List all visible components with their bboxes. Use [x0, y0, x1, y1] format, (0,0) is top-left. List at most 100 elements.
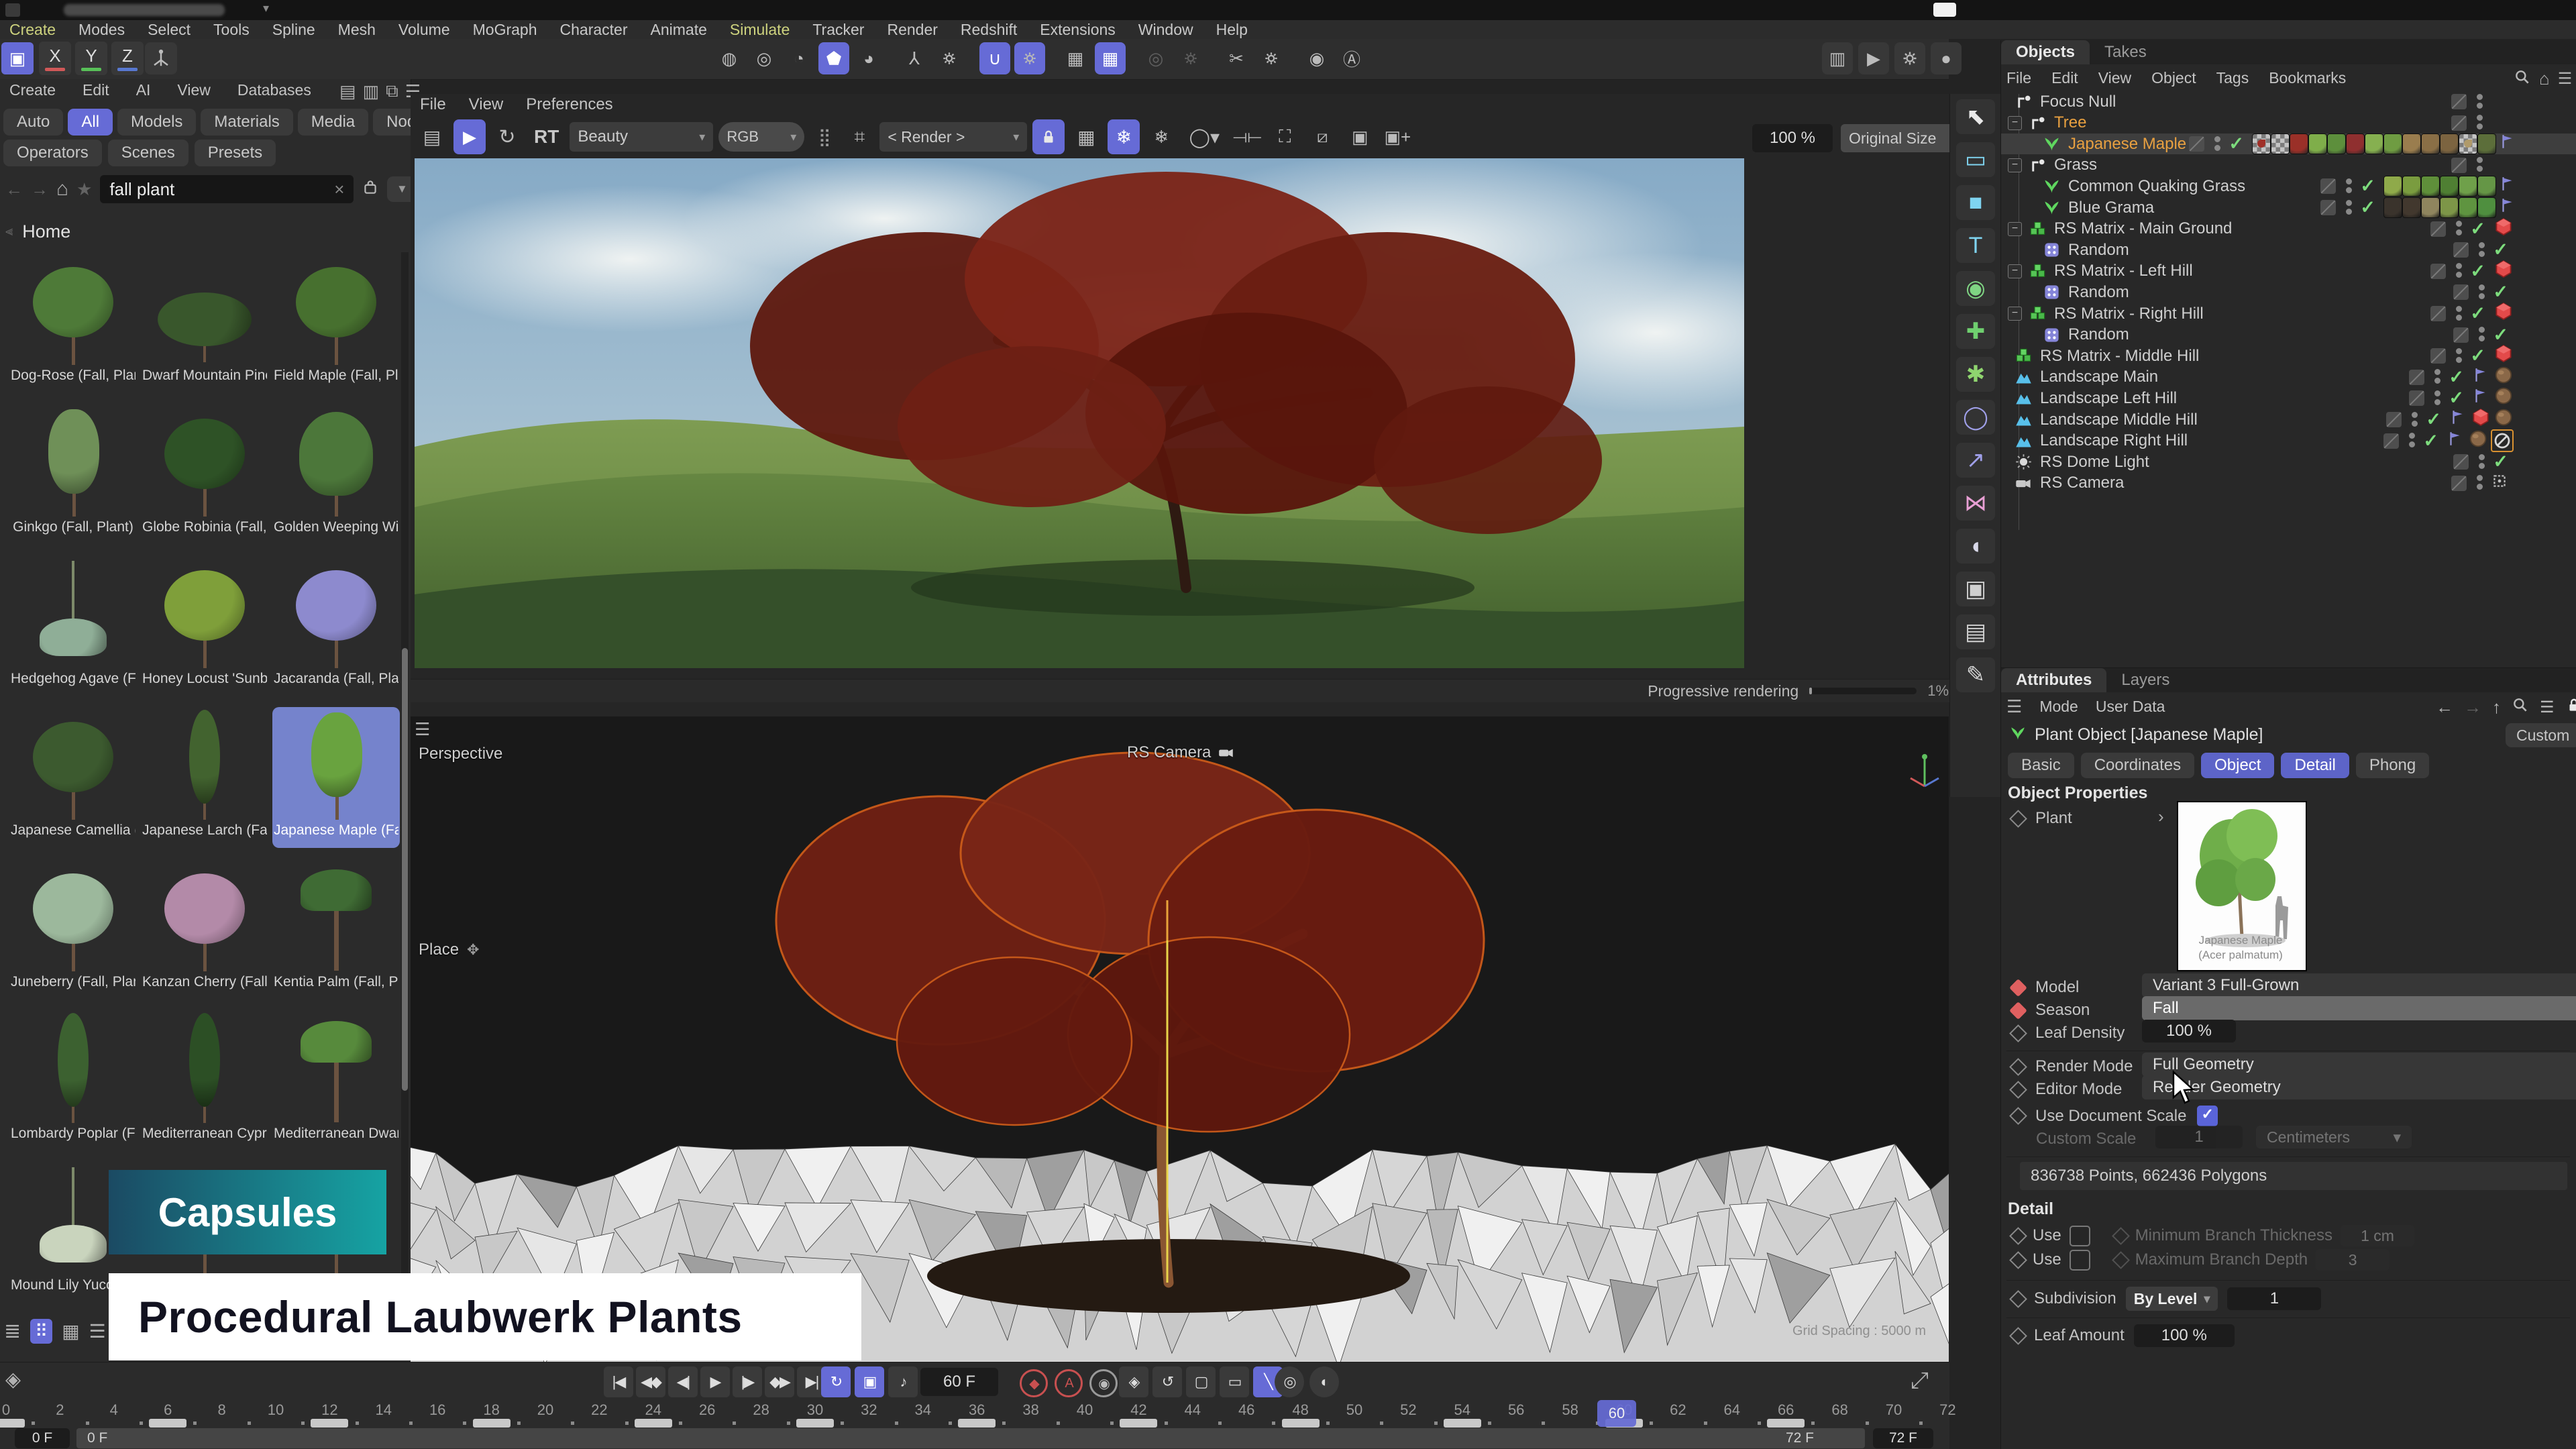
- layer-toggle[interactable]: [2320, 200, 2336, 215]
- keyframe-marker[interactable]: [311, 1419, 348, 1428]
- material-brown-icon[interactable]: [2468, 429, 2488, 453]
- app-icon[interactable]: [5, 3, 20, 17]
- asset-card-hedgehog[interactable]: Hedgehog Agave (Fall...: [9, 555, 137, 696]
- asset-card-kentia[interactable]: Kentia Palm (Fall, Plant): [272, 859, 400, 1000]
- search-input[interactable]: fall plant ×: [100, 175, 354, 203]
- motext-icon[interactable]: T: [1956, 228, 1995, 263]
- menu-simulate[interactable]: Simulate: [730, 21, 790, 39]
- asset-card-kanzan[interactable]: Kanzan Cherry (Fall, Pl...: [141, 859, 268, 1000]
- annotation-flag-icon[interactable]: [2499, 197, 2516, 219]
- texture-swatch[interactable]: [2440, 197, 2459, 218]
- layer-toggle[interactable]: [2430, 221, 2446, 237]
- subdivision-field[interactable]: 1: [2227, 1287, 2321, 1310]
- om-row-japanese-maple[interactable]: Japanese Maple✓: [2001, 133, 2576, 154]
- keyframe-marker[interactable]: [1120, 1419, 1157, 1428]
- range-icon[interactable]: ▣: [855, 1366, 884, 1397]
- editor-mode-diamond[interactable]: [2009, 1081, 2027, 1099]
- om-object-name[interactable]: RS Matrix - Middle Hill: [2040, 347, 2199, 366]
- om-object-name[interactable]: RS Matrix - Main Ground: [2054, 219, 2232, 238]
- texture-swatch[interactable]: [2327, 133, 2346, 154]
- om-row-landscape-middle-hill[interactable]: Landscape Middle Hill✓: [2001, 409, 2576, 430]
- crop-icon[interactable]: ⌗: [845, 119, 874, 154]
- primitive-cube-icon[interactable]: ■: [1956, 185, 1995, 220]
- menu-character[interactable]: Character: [560, 21, 628, 39]
- play-render-icon[interactable]: ▶: [453, 119, 486, 154]
- leaf-amount-field[interactable]: 100 %: [2134, 1324, 2235, 1347]
- annotation-flag-icon[interactable]: [2447, 430, 2464, 452]
- visibility-dots[interactable]: [2434, 368, 2442, 386]
- texture-swatch[interactable]: [2477, 133, 2496, 154]
- loop-icon[interactable]: ↻: [821, 1366, 851, 1397]
- floor-icon[interactable]: ▤: [1956, 614, 1995, 649]
- forward-icon[interactable]: →: [31, 179, 48, 200]
- asset-card-japanese[interactable]: Japanese Maple (Fall, ...: [272, 707, 400, 848]
- axis-lock-z[interactable]: Z: [111, 42, 144, 75]
- layer-toggle[interactable]: [2453, 454, 2469, 470]
- visibility-dots[interactable]: [2408, 432, 2416, 449]
- asset-card-lombardy[interactable]: Lombardy Poplar (Fall...: [9, 1010, 137, 1151]
- texture-swatch[interactable]: [2421, 133, 2440, 154]
- menu-spline[interactable]: Spline: [272, 21, 315, 39]
- asset-card-japanese[interactable]: Japanese Camellia (Fal...: [9, 707, 137, 848]
- list-view-icon[interactable]: ▤: [339, 81, 356, 102]
- attr-menu-icon[interactable]: ☰: [2006, 696, 2022, 717]
- enabled-check-icon[interactable]: ✓: [2493, 325, 2508, 345]
- enabled-check-icon[interactable]: ✓: [2360, 176, 2375, 197]
- layer-toggle[interactable]: [2451, 94, 2467, 109]
- om-object-name[interactable]: Landscape Main: [2040, 368, 2158, 386]
- om-object-name[interactable]: Blue Grama: [2068, 199, 2154, 217]
- grid-a-icon[interactable]: ▦: [1060, 42, 1091, 74]
- visibility-dots[interactable]: [2455, 262, 2463, 280]
- om-object-name[interactable]: Landscape Left Hill: [2040, 389, 2177, 408]
- attr-up-icon[interactable]: ↑: [2492, 697, 2501, 718]
- filter-tab-operators[interactable]: Operators: [3, 140, 102, 166]
- rt-label[interactable]: RT: [529, 126, 564, 148]
- restart-render-icon[interactable]: ↻: [491, 119, 523, 154]
- browser-menu-databases[interactable]: Databases: [237, 81, 311, 99]
- browser-menu-create[interactable]: Create: [9, 81, 56, 99]
- texture-swatch[interactable]: [2308, 133, 2327, 154]
- filter-tab-models[interactable]: Models: [117, 109, 196, 136]
- om-object-name[interactable]: Landscape Right Hill: [2040, 431, 2188, 450]
- om-row-tree[interactable]: −Tree: [2001, 113, 2576, 133]
- leaf-density-field[interactable]: 100 %: [2142, 1020, 2236, 1042]
- footer-grid-icon[interactable]: ▦: [62, 1320, 79, 1342]
- move-tool-icon[interactable]: ⬟: [818, 42, 849, 74]
- attr-search-icon[interactable]: [2512, 696, 2529, 718]
- attr-lock-icon[interactable]: [2565, 696, 2576, 718]
- select-rect-icon[interactable]: ◎: [749, 42, 780, 74]
- render-view-menu-file[interactable]: File: [420, 95, 446, 114]
- annotation-flag-icon[interactable]: [2449, 409, 2467, 431]
- asset-card-honey[interactable]: Honey Locust 'Sunbur...: [141, 555, 268, 696]
- playhead[interactable]: 60: [1597, 1400, 1636, 1427]
- image-b-icon[interactable]: ⧄: [1306, 119, 1338, 154]
- om-object-name[interactable]: RS Dome Light: [2040, 453, 2149, 472]
- asset-card-mediterranean[interactable]: Mediterranean Dwarf ...: [272, 1010, 400, 1151]
- om-row-common-quaking-grass[interactable]: Common Quaking Grass✓: [2001, 176, 2576, 197]
- asset-card-ginkgo[interactable]: Ginkgo (Fall, Plant): [9, 404, 137, 545]
- om-object-name[interactable]: Grass: [2054, 156, 2097, 174]
- undo-icon[interactable]: ▣: [1, 42, 34, 74]
- enabled-check-icon[interactable]: ✓: [2449, 388, 2464, 409]
- layer-toggle[interactable]: [2189, 136, 2204, 152]
- layer-toggle[interactable]: [2451, 476, 2467, 491]
- om-row-landscape-main[interactable]: Landscape Main✓: [2001, 367, 2576, 388]
- visibility-dots[interactable]: [2476, 474, 2484, 492]
- texture-swatch[interactable]: [2402, 176, 2421, 197]
- keyframe-marker[interactable]: [796, 1419, 834, 1428]
- camera-target-icon[interactable]: [2491, 472, 2508, 494]
- menu-tracker[interactable]: Tracker: [812, 21, 864, 39]
- layer-toggle[interactable]: [2430, 306, 2446, 321]
- key-scale-icon[interactable]: ▢: [1186, 1366, 1216, 1397]
- texture-swatch[interactable]: [2440, 133, 2459, 154]
- om-object-name[interactable]: Random: [2068, 325, 2129, 344]
- rgb-combo[interactable]: RGB▾: [718, 122, 804, 152]
- visibility-dots[interactable]: [2476, 93, 2484, 111]
- render-combo[interactable]: < Render >▾: [879, 122, 1027, 152]
- om-object-name[interactable]: Focus Null: [2040, 93, 2116, 111]
- texture-swatch[interactable]: [2459, 133, 2477, 154]
- om-object-name[interactable]: RS Matrix - Left Hill: [2054, 262, 2193, 280]
- gearB[interactable]: [1014, 42, 1045, 74]
- symmetry-icon[interactable]: ⋈: [1956, 486, 1995, 521]
- texture-swatch[interactable]: [2383, 197, 2402, 218]
